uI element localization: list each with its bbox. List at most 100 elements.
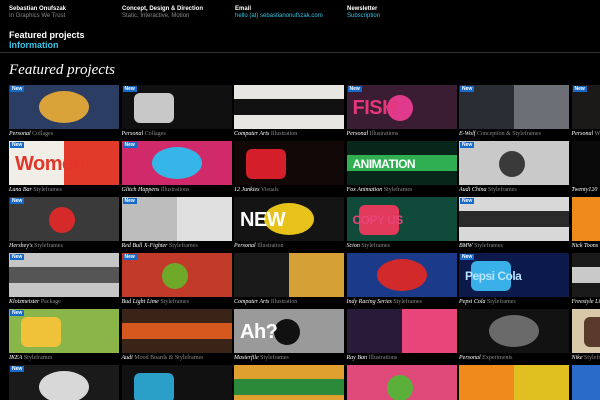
project-caption[interactable]: Klotzmeister Package xyxy=(9,299,61,306)
project-tile[interactable]: New Klotzmeister Package xyxy=(9,253,119,307)
project-tile[interactable]: FISH New Personal Illustrations xyxy=(346,85,457,139)
project-tile[interactable]: ANIMATION Fox Animation Styleframes xyxy=(346,141,457,195)
project-thumbnail[interactable]: New xyxy=(9,365,119,400)
project-thumbnail[interactable]: Ah? xyxy=(234,309,344,353)
project-thumbnail[interactable]: NEW xyxy=(234,197,344,241)
project-caption[interactable]: Personal Collages xyxy=(9,131,53,138)
project-caption[interactable]: Nick Toons xyxy=(572,243,599,250)
project-tile[interactable]: Pepsi Cola New Pepsi Cola Styleframes xyxy=(459,253,569,307)
project-tile[interactable]: New Bud Light Lime Styleframes xyxy=(121,253,232,307)
project-thumbnail[interactable] xyxy=(234,141,344,185)
project-tile[interactable]: COPY US Scion Styleframes xyxy=(346,197,457,251)
project-thumbnail[interactable]: New xyxy=(459,141,569,185)
project-tile[interactable]: 12 Junkies Visuals xyxy=(234,141,344,195)
project-tile[interactable]: New E-Wolf Conception & Styleframes xyxy=(459,85,569,139)
project-tile[interactable]: New IKEA Styleframes xyxy=(9,309,119,363)
project-thumbnail[interactable] xyxy=(346,309,457,353)
project-caption[interactable]: Pepsi Cola Styleframes xyxy=(459,299,516,306)
nav-featured-projects[interactable]: Featured projects xyxy=(9,30,85,40)
project-thumbnail[interactable] xyxy=(234,365,344,400)
project-thumbnail[interactable]: New xyxy=(9,197,119,241)
project-caption[interactable]: Twenty120 xyxy=(572,187,598,194)
project-caption[interactable]: Scion Styleframes xyxy=(347,243,391,250)
project-tile[interactable]: Computer Arts Illustration xyxy=(234,253,344,307)
project-thumbnail[interactable]: New xyxy=(121,85,232,129)
nav-information[interactable]: Information xyxy=(9,40,85,50)
project-tile[interactable]: Audi Mood Boards & Styleframes xyxy=(121,309,232,363)
project-thumbnail[interactable]: New xyxy=(571,85,600,129)
project-thumbnail[interactable] xyxy=(571,365,600,400)
project-caption[interactable]: Personal Illustrations xyxy=(347,131,399,138)
project-thumbnail[interactable]: ANIMATION xyxy=(346,141,457,185)
project-caption[interactable]: Personal Illustration xyxy=(234,243,284,250)
project-thumbnail[interactable] xyxy=(571,253,600,297)
project-tile[interactable]: New Red Bull X-Fighter Styleframes xyxy=(121,197,232,251)
project-thumbnail[interactable] xyxy=(346,253,457,297)
project-tile[interactable] xyxy=(234,365,344,400)
project-tile[interactable]: Nike Styleframes xyxy=(571,309,600,363)
project-caption[interactable]: IKEA Styleframes xyxy=(9,355,53,362)
project-tile[interactable] xyxy=(121,365,232,400)
project-tile[interactable]: New Personal Collages xyxy=(121,85,232,139)
project-caption[interactable]: Hershey's Styleframes xyxy=(9,243,63,250)
project-thumbnail[interactable] xyxy=(234,253,344,297)
project-thumbnail[interactable] xyxy=(121,309,232,353)
project-thumbnail[interactable] xyxy=(459,309,569,353)
project-caption[interactable]: Personal W xyxy=(572,131,600,138)
project-tile[interactable]: Freestyle Li xyxy=(571,253,600,307)
project-tile[interactable]: New Audi China Styleframes xyxy=(459,141,569,195)
project-thumbnail[interactable] xyxy=(234,85,344,129)
project-tile[interactable]: Ah? Masterfile Styleframes xyxy=(234,309,344,363)
project-tile[interactable]: Nick Toons xyxy=(571,197,600,251)
project-tile[interactable]: New xyxy=(9,365,119,400)
project-caption[interactable]: Audi China Styleframes xyxy=(459,187,517,194)
project-tile[interactable] xyxy=(346,365,457,400)
project-caption[interactable]: Indy Racing Series Styleframes xyxy=(347,299,423,306)
project-caption[interactable]: Masterfile Styleframes xyxy=(234,355,289,362)
project-thumbnail[interactable] xyxy=(121,365,232,400)
project-thumbnail[interactable]: New xyxy=(121,253,232,297)
project-caption[interactable]: Freestyle Li xyxy=(572,299,600,306)
project-caption[interactable]: Fox Animation Styleframes xyxy=(347,187,413,194)
project-caption[interactable]: Computer Arts Illustration xyxy=(234,299,297,306)
project-thumbnail[interactable]: COPY US xyxy=(346,197,457,241)
project-tile[interactable]: New Personal W xyxy=(571,85,600,139)
project-caption[interactable]: Red Bull X-Fighter Styleframes xyxy=(122,243,198,250)
project-caption[interactable]: Nike Styleframes xyxy=(572,355,600,362)
project-thumbnail[interactable] xyxy=(571,141,600,185)
project-thumbnail[interactable]: Pepsi Cola New xyxy=(459,253,569,297)
project-caption[interactable]: Personal Collages xyxy=(122,131,166,138)
project-caption[interactable]: Ray Ban Illustrations xyxy=(347,355,398,362)
project-thumbnail[interactable] xyxy=(571,197,600,241)
project-tile[interactable]: New Glitch Happens Illustrations xyxy=(121,141,232,195)
project-thumbnail[interactable] xyxy=(346,365,457,400)
project-thumbnail[interactable]: New xyxy=(459,85,569,129)
project-caption[interactable]: Luna Bar Styleframes xyxy=(9,187,62,194)
project-tile[interactable] xyxy=(571,365,600,400)
project-tile[interactable]: Personal Experiments xyxy=(459,309,569,363)
project-tile[interactable] xyxy=(459,365,569,400)
project-thumbnail[interactable]: New xyxy=(9,309,119,353)
project-caption[interactable]: Bud Light Lime Styleframes xyxy=(122,299,190,306)
project-thumbnail[interactable]: New xyxy=(121,141,232,185)
project-thumbnail[interactable]: FISH New xyxy=(346,85,457,129)
project-caption[interactable]: 12 Junkies Visuals xyxy=(234,187,279,194)
project-tile[interactable]: Twenty120 xyxy=(571,141,600,195)
project-caption[interactable]: BMW Styleframes xyxy=(459,243,503,250)
project-tile[interactable]: Ray Ban Illustrations xyxy=(346,309,457,363)
email-link[interactable]: hello (at) sebastianonufszak.com xyxy=(235,13,323,20)
project-thumbnail[interactable]: New xyxy=(459,197,569,241)
project-caption[interactable]: E-Wolf Conception & Styleframes xyxy=(459,131,541,138)
project-thumbnail[interactable] xyxy=(571,309,600,353)
project-tile[interactable]: New Hershey's Styleframes xyxy=(9,197,119,251)
project-thumbnail[interactable]: New xyxy=(9,85,119,129)
newsletter-subscription-link[interactable]: Subscription xyxy=(347,13,380,20)
site-name[interactable]: Sebastian Onufszak xyxy=(9,6,66,13)
project-caption[interactable]: Audi Mood Boards & Styleframes xyxy=(122,355,204,362)
project-tile[interactable]: Indy Racing Series Styleframes xyxy=(346,253,457,307)
project-thumbnail[interactable]: New xyxy=(9,253,119,297)
project-tile[interactable]: NEW Personal Illustration xyxy=(234,197,344,251)
project-thumbnail[interactable] xyxy=(459,365,569,400)
project-caption[interactable]: Computer Arts Illustration xyxy=(234,131,297,138)
project-tile[interactable]: New BMW Styleframes xyxy=(459,197,569,251)
